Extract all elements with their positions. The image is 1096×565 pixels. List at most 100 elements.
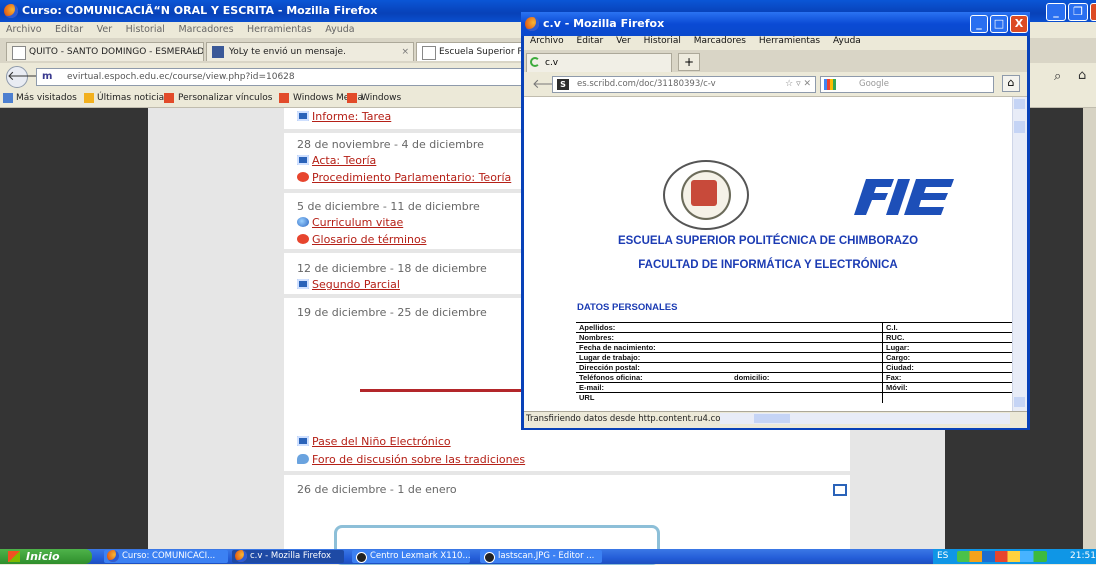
menu-ayuda[interactable]: Ayuda (325, 24, 354, 35)
lexmark-icon (356, 552, 367, 563)
bg-url-text: evirtual.espoch.edu.ec/course/view.php?i… (67, 72, 295, 82)
start-button[interactable]: Inicio (0, 549, 92, 564)
menu-ver[interactable]: Ver (97, 24, 113, 35)
link-procedimiento-parlamentario[interactable]: Procedimiento Parlamentario: Teoría (297, 171, 511, 184)
scroll-down-arrow-icon[interactable] (1014, 397, 1025, 407)
link-curriculum-vitae[interactable]: Curriculum vitae (297, 216, 403, 229)
form-row: Fecha de nacimiento: Lugar: (576, 343, 1012, 353)
maximize-button[interactable]: ❐ (1068, 3, 1088, 21)
task-cv[interactable]: c.v - Mozilla Firefox (232, 550, 344, 563)
scroll-up-arrow-icon[interactable] (1014, 99, 1025, 109)
popup-url-text: es.scribd.com/doc/31180393/c-v (577, 79, 716, 89)
resource-icon (297, 155, 309, 165)
menu-herramientas[interactable]: Herramientas (247, 24, 312, 35)
glossary-icon (297, 234, 309, 244)
link-pase-del-nino[interactable]: Pase del Niño Electrónico (297, 435, 451, 448)
task-lastscan[interactable]: lastscan.JPG - Editor ... (480, 550, 602, 563)
heading-facultad: FACULTAD DE INFORMÁTICA Y ELECTRÓNICA (638, 259, 898, 271)
menu-ayuda[interactable]: Ayuda (833, 36, 861, 46)
menu-editar[interactable]: Editar (577, 36, 604, 46)
bg-window-title: Curso: COMUNICACIÃ“N ORAL Y ESCRITA - Mo… (22, 4, 378, 17)
search-icon[interactable]: ⌕ (1054, 69, 1061, 84)
menu-historial[interactable]: Historial (126, 24, 165, 35)
form-row: Apellidos: C.I. (576, 323, 1012, 333)
horizontal-scrollbar[interactable] (720, 413, 1010, 424)
maximize-button[interactable]: □ (990, 15, 1008, 33)
task-lexmark[interactable]: Centro Lexmark X110... (352, 550, 470, 563)
menu-herramientas[interactable]: Herramientas (759, 36, 820, 46)
tab-quito[interactable]: QUITO - SANTO DOMINGO - ESMERALDA... × (6, 42, 204, 61)
tab-facebook[interactable]: YoLy te envió un mensaje. × (206, 42, 414, 61)
bg-scrollbar[interactable] (1083, 108, 1096, 549)
menu-historial[interactable]: Historial (644, 36, 681, 46)
close-tab-icon[interactable]: × (401, 43, 409, 61)
minimize-button[interactable]: _ (1046, 3, 1066, 21)
bookmark-mas-visitados[interactable]: Más visitados (16, 93, 77, 103)
search-placeholder: Google (859, 79, 889, 89)
new-tab-button[interactable]: + (678, 53, 700, 71)
tab-label: Escuela Superior Politéc (439, 47, 522, 57)
tab-cv[interactable]: c.v (526, 53, 672, 72)
windows-logo-icon (8, 551, 20, 562)
start-label: Inicio (26, 550, 60, 563)
resource-icon (297, 436, 309, 446)
menu-marcadores[interactable]: Marcadores (178, 24, 233, 35)
bookmark-personalizar[interactable]: Personalizar vínculos (178, 93, 272, 103)
close-button[interactable]: X (1010, 15, 1028, 33)
scribd-icon: S (557, 79, 569, 90)
resource-icon (297, 279, 309, 289)
link-informe-tarea[interactable]: Informe: Tarea (297, 110, 391, 123)
task-curso[interactable]: Curso: COMUNICACI... (104, 550, 228, 563)
menu-marcadores[interactable]: Marcadores (694, 36, 746, 46)
loading-icon (530, 57, 540, 67)
bookmark-icon (3, 93, 13, 103)
home-icon[interactable]: ⌂ (1002, 75, 1020, 92)
bg-url-bar[interactable]: m evirtual.espoch.edu.ec/course/view.php… (36, 68, 526, 86)
pdf-icon (297, 172, 309, 182)
close-button[interactable]: X (1090, 3, 1096, 21)
tab-escuela[interactable]: Escuela Superior Politéc (416, 42, 522, 61)
close-tab-icon[interactable]: × (191, 43, 199, 61)
menu-ver[interactable]: Ver (616, 36, 631, 46)
tab-label: QUITO - SANTO DOMINGO - ESMERALDA... (29, 47, 204, 57)
popup-url-bar[interactable]: S es.scribd.com/doc/31180393/c-v ☆ ▿ ✕ (552, 76, 816, 93)
url-icon (297, 217, 309, 227)
system-tray: ES 21:51 (933, 549, 1096, 564)
language-indicator[interactable]: ES (937, 549, 948, 564)
menu-archivo[interactable]: Archivo (530, 36, 564, 46)
section-date: 26 de diciembre - 1 de enero (297, 483, 457, 496)
clock: 21:51 (1070, 551, 1096, 561)
bookmark-windows[interactable]: Windows (361, 93, 401, 103)
decorative-line (360, 389, 524, 392)
link-foro-tradiciones[interactable]: Foro de discusión sobre las tradiciones (297, 453, 525, 466)
bookmark-icon (164, 93, 174, 103)
page-icon (12, 46, 26, 60)
link-acta-teoria[interactable]: Acta: Teoría (297, 154, 376, 167)
fie-logo (852, 175, 962, 222)
link-glosario[interactable]: Glosario de términos (297, 233, 426, 246)
assignment-icon (297, 111, 309, 121)
form-divider (882, 323, 883, 403)
form-row: URL (579, 393, 595, 402)
popup-search-input[interactable]: Google (820, 76, 994, 93)
facebook-icon (212, 46, 224, 58)
bookmark-ultimas-noticias[interactable]: Últimas noticias (97, 93, 169, 103)
link-segundo-parcial[interactable]: Segundo Parcial (297, 278, 400, 291)
tray-icons[interactable] (957, 551, 1047, 562)
popup-menubar: Archivo Editar Ver Historial Marcadores … (524, 36, 1027, 50)
back-arrow-icon[interactable]: 🡐 (6, 66, 42, 88)
toggle-section-icon[interactable] (833, 484, 847, 496)
bookmark-star-icon[interactable]: ☆ ▿ ✕ (785, 77, 811, 92)
menu-editar[interactable]: Editar (55, 24, 83, 35)
seal-emblem (691, 180, 717, 206)
minimize-button[interactable]: _ (970, 15, 988, 33)
scroll-thumb[interactable] (754, 414, 790, 423)
firefox-icon (107, 550, 119, 562)
section-date: 19 de diciembre - 25 de diciembre (297, 306, 487, 319)
datos-personales-title: DATOS PERSONALES (577, 302, 678, 313)
popup-titlebar[interactable]: c.v - Mozilla Firefox _ □ X (521, 12, 1030, 36)
scroll-thumb[interactable] (1014, 121, 1025, 133)
menu-archivo[interactable]: Archivo (6, 24, 42, 35)
home-icon[interactable]: ⌂ (1078, 68, 1086, 83)
vertical-scrollbar[interactable] (1012, 97, 1027, 411)
